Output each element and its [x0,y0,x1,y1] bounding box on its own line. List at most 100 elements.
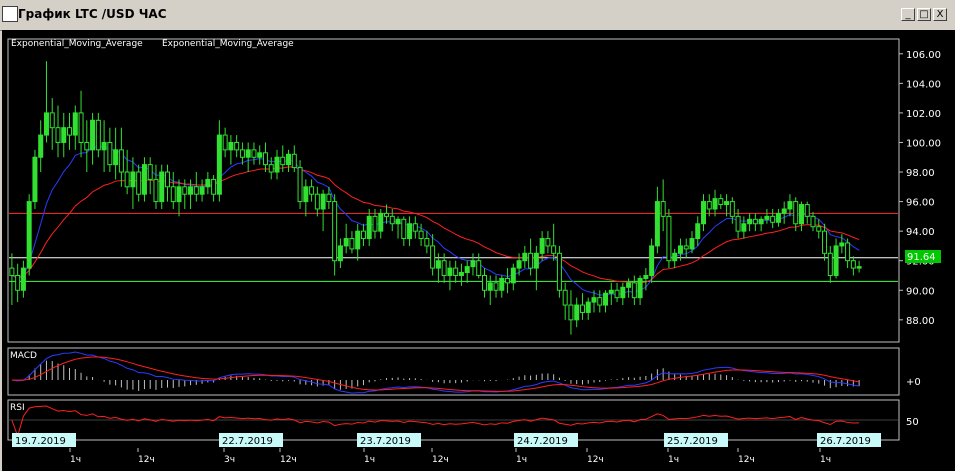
chart-canvas[interactable]: 106.00 104.00 102.00 100.00 98.00 96.00 94.00 9… [2,30,955,471]
candle-body [539,238,545,254]
candle-body [545,238,551,247]
candle-body [26,201,32,269]
candle-body [188,186,194,195]
y-tick-label: 100.00 [906,138,941,149]
candle-body [464,266,470,274]
time-label: 1ч [516,455,527,465]
candle-body [407,223,413,240]
y-tick-label: 96.00 [906,198,935,209]
candle-body [199,186,205,195]
candle-body [528,252,534,269]
candle-body [856,266,862,269]
candle-body [147,164,153,180]
candle-body [228,141,234,151]
time-label: 1ч [820,455,831,465]
candle-body [487,282,493,291]
time-label: 12ч [587,455,604,465]
candle-body [816,226,822,232]
candle-body [793,201,799,225]
candle-body [372,215,378,232]
candle-body [712,198,718,210]
candle-body [499,277,505,291]
candle-body [764,215,770,220]
candle-body [61,127,67,143]
candle-body [297,167,303,203]
candle-body [718,198,724,206]
candle-body [597,297,603,306]
candle-body [775,212,781,223]
candle-body [666,215,672,262]
candle-body [850,260,856,269]
candle-body [568,304,574,321]
maximize-button[interactable]: □ [917,8,931,21]
time-label: 1ч [364,455,375,465]
candle-body [395,218,401,225]
candle-body [216,134,222,195]
candle-body [55,127,61,143]
candle-body [141,164,147,195]
candle-body [758,218,764,225]
current-price-label: 91.64 [907,252,936,263]
candle-body [176,186,182,203]
candle-body [752,218,758,225]
candle-body [706,201,712,210]
candle-body [130,171,136,188]
candle-body [470,260,476,268]
date-label: 24.7.2019 [517,436,568,447]
candle-body [476,260,482,276]
candle-body [435,260,441,269]
candle-body [505,277,511,284]
candle-body [781,208,787,214]
time-label: 1ч [668,455,679,465]
candle-body [579,304,585,313]
candle-body [136,171,142,195]
candle-body [660,201,666,217]
legend-ema-blue: Exponential_Moving_Average [11,39,143,49]
minimize-button[interactable]: _ [901,8,915,21]
candle-body [326,193,332,203]
candle-body [701,201,707,225]
candle-body [516,260,522,269]
y-tick-label: 106.00 [906,50,941,61]
candle-body [389,215,395,225]
macd-label: MACD [10,351,37,361]
candle-body [309,186,315,195]
candle-body [107,141,113,166]
time-label: 12ч [432,455,449,465]
candle-body [20,267,26,291]
candle-body [337,245,343,262]
macd-indicator [11,351,860,394]
candle-body [458,272,464,276]
candle-body [522,252,528,262]
candle-body [741,223,747,232]
close-button[interactable]: X [933,8,947,21]
y-axis: 106.00 104.00 102.00 100.00 98.00 96.00 94.00 9… [899,50,941,327]
candle-body [211,178,217,195]
candle-body [574,304,580,321]
candle-body [804,204,810,217]
candle-body [159,171,165,203]
candle-body [418,230,424,240]
candle-body [683,245,689,250]
y-tick-label: 88.00 [906,316,935,327]
macd-zero-tick: +0 [906,377,921,388]
candle-body [286,153,292,166]
candle-body [193,186,199,195]
candle-body [124,171,130,188]
candle-body [585,301,591,313]
candle-body [72,112,78,136]
rsi-50-tick: 50 [906,417,919,428]
date-label: 22.7.2019 [222,436,273,447]
candle-body [164,171,170,188]
candle-body [32,156,38,203]
chart-app-icon [2,6,18,22]
candle-body [170,186,176,203]
candle-body [118,149,124,173]
candle-body [113,149,119,166]
candle-body [562,289,568,306]
candle-body [798,204,804,225]
candle-body [631,282,637,299]
candle-body [314,193,320,210]
candle-body [355,230,361,250]
candle-body [268,164,274,173]
